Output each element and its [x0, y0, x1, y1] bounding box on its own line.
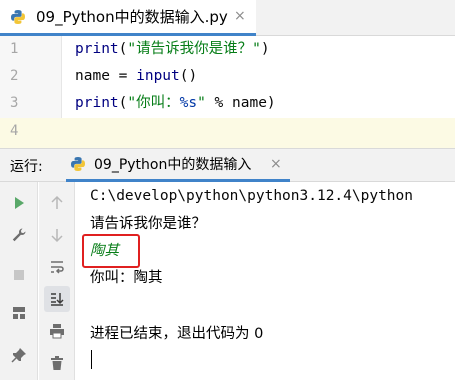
code-text: print("请告诉我你是谁？")	[75, 41, 270, 57]
arrow-down-icon[interactable]	[44, 222, 70, 248]
python-run-icon	[71, 157, 85, 171]
code-line[interactable]: 3 print("你叫：%s" % name)	[0, 90, 455, 117]
run-tab-title: 09_Python中的数据输入	[94, 157, 252, 173]
stop-icon[interactable]	[6, 262, 32, 288]
pin-icon[interactable]	[6, 342, 32, 368]
trash-icon[interactable]	[44, 350, 70, 376]
soft-wrap-icon[interactable]	[44, 254, 70, 280]
code-text: name = input()	[75, 68, 198, 84]
run-toolbar-left	[0, 182, 38, 380]
console-output-line: 你叫：陶其	[90, 270, 163, 286]
run-label: 运行:	[10, 159, 43, 175]
line-number: 2	[10, 68, 19, 84]
line-number: 1	[10, 41, 19, 57]
print-icon[interactable]	[44, 318, 70, 344]
run-console[interactable]: C:\develop\python\python3.12.4\python 请告…	[76, 182, 455, 380]
run-icon[interactable]	[6, 190, 32, 216]
run-toolbar-right	[39, 182, 75, 380]
python-file-icon	[11, 9, 25, 24]
layout-icon[interactable]	[6, 300, 32, 326]
console-caret	[91, 350, 92, 369]
editor-file-tab[interactable]: 09_Python中的数据输入.py ×	[0, 0, 256, 36]
wrench-icon[interactable]	[6, 222, 32, 248]
scroll-to-end-icon[interactable]	[44, 286, 70, 312]
console-prompt-line: 请告诉我你是谁？	[90, 216, 206, 232]
code-text: print("你叫：%s" % name)	[75, 95, 276, 111]
line-number: 4	[10, 123, 19, 139]
editor-tab-title: 09_Python中的数据输入.py	[36, 8, 228, 26]
code-line[interactable]: 2 name = input()	[0, 63, 455, 90]
code-editor[interactable]: 1 print("请告诉我你是谁？") 2 name = input() 3 p…	[0, 36, 455, 148]
run-tool-window-header: 运行: 09_Python中的数据输入 ×	[0, 148, 455, 182]
line-number: 3	[10, 95, 19, 111]
editor-tab-bar: 09_Python中的数据输入.py ×	[0, 0, 455, 36]
code-line-current[interactable]: 4	[0, 118, 455, 148]
run-config-tab[interactable]: 09_Python中的数据输入 ×	[66, 149, 290, 182]
console-exit-line: 进程已结束，退出代码为 0	[90, 326, 264, 342]
console-interpreter-path: C:\develop\python\python3.12.4\python	[90, 188, 414, 204]
console-user-input: 陶其	[90, 243, 119, 259]
code-line[interactable]: 1 print("请告诉我你是谁？")	[0, 36, 455, 63]
close-tab-icon[interactable]: ×	[234, 8, 246, 24]
arrow-up-icon[interactable]	[44, 190, 70, 216]
close-run-tab-icon[interactable]: ×	[270, 156, 282, 172]
